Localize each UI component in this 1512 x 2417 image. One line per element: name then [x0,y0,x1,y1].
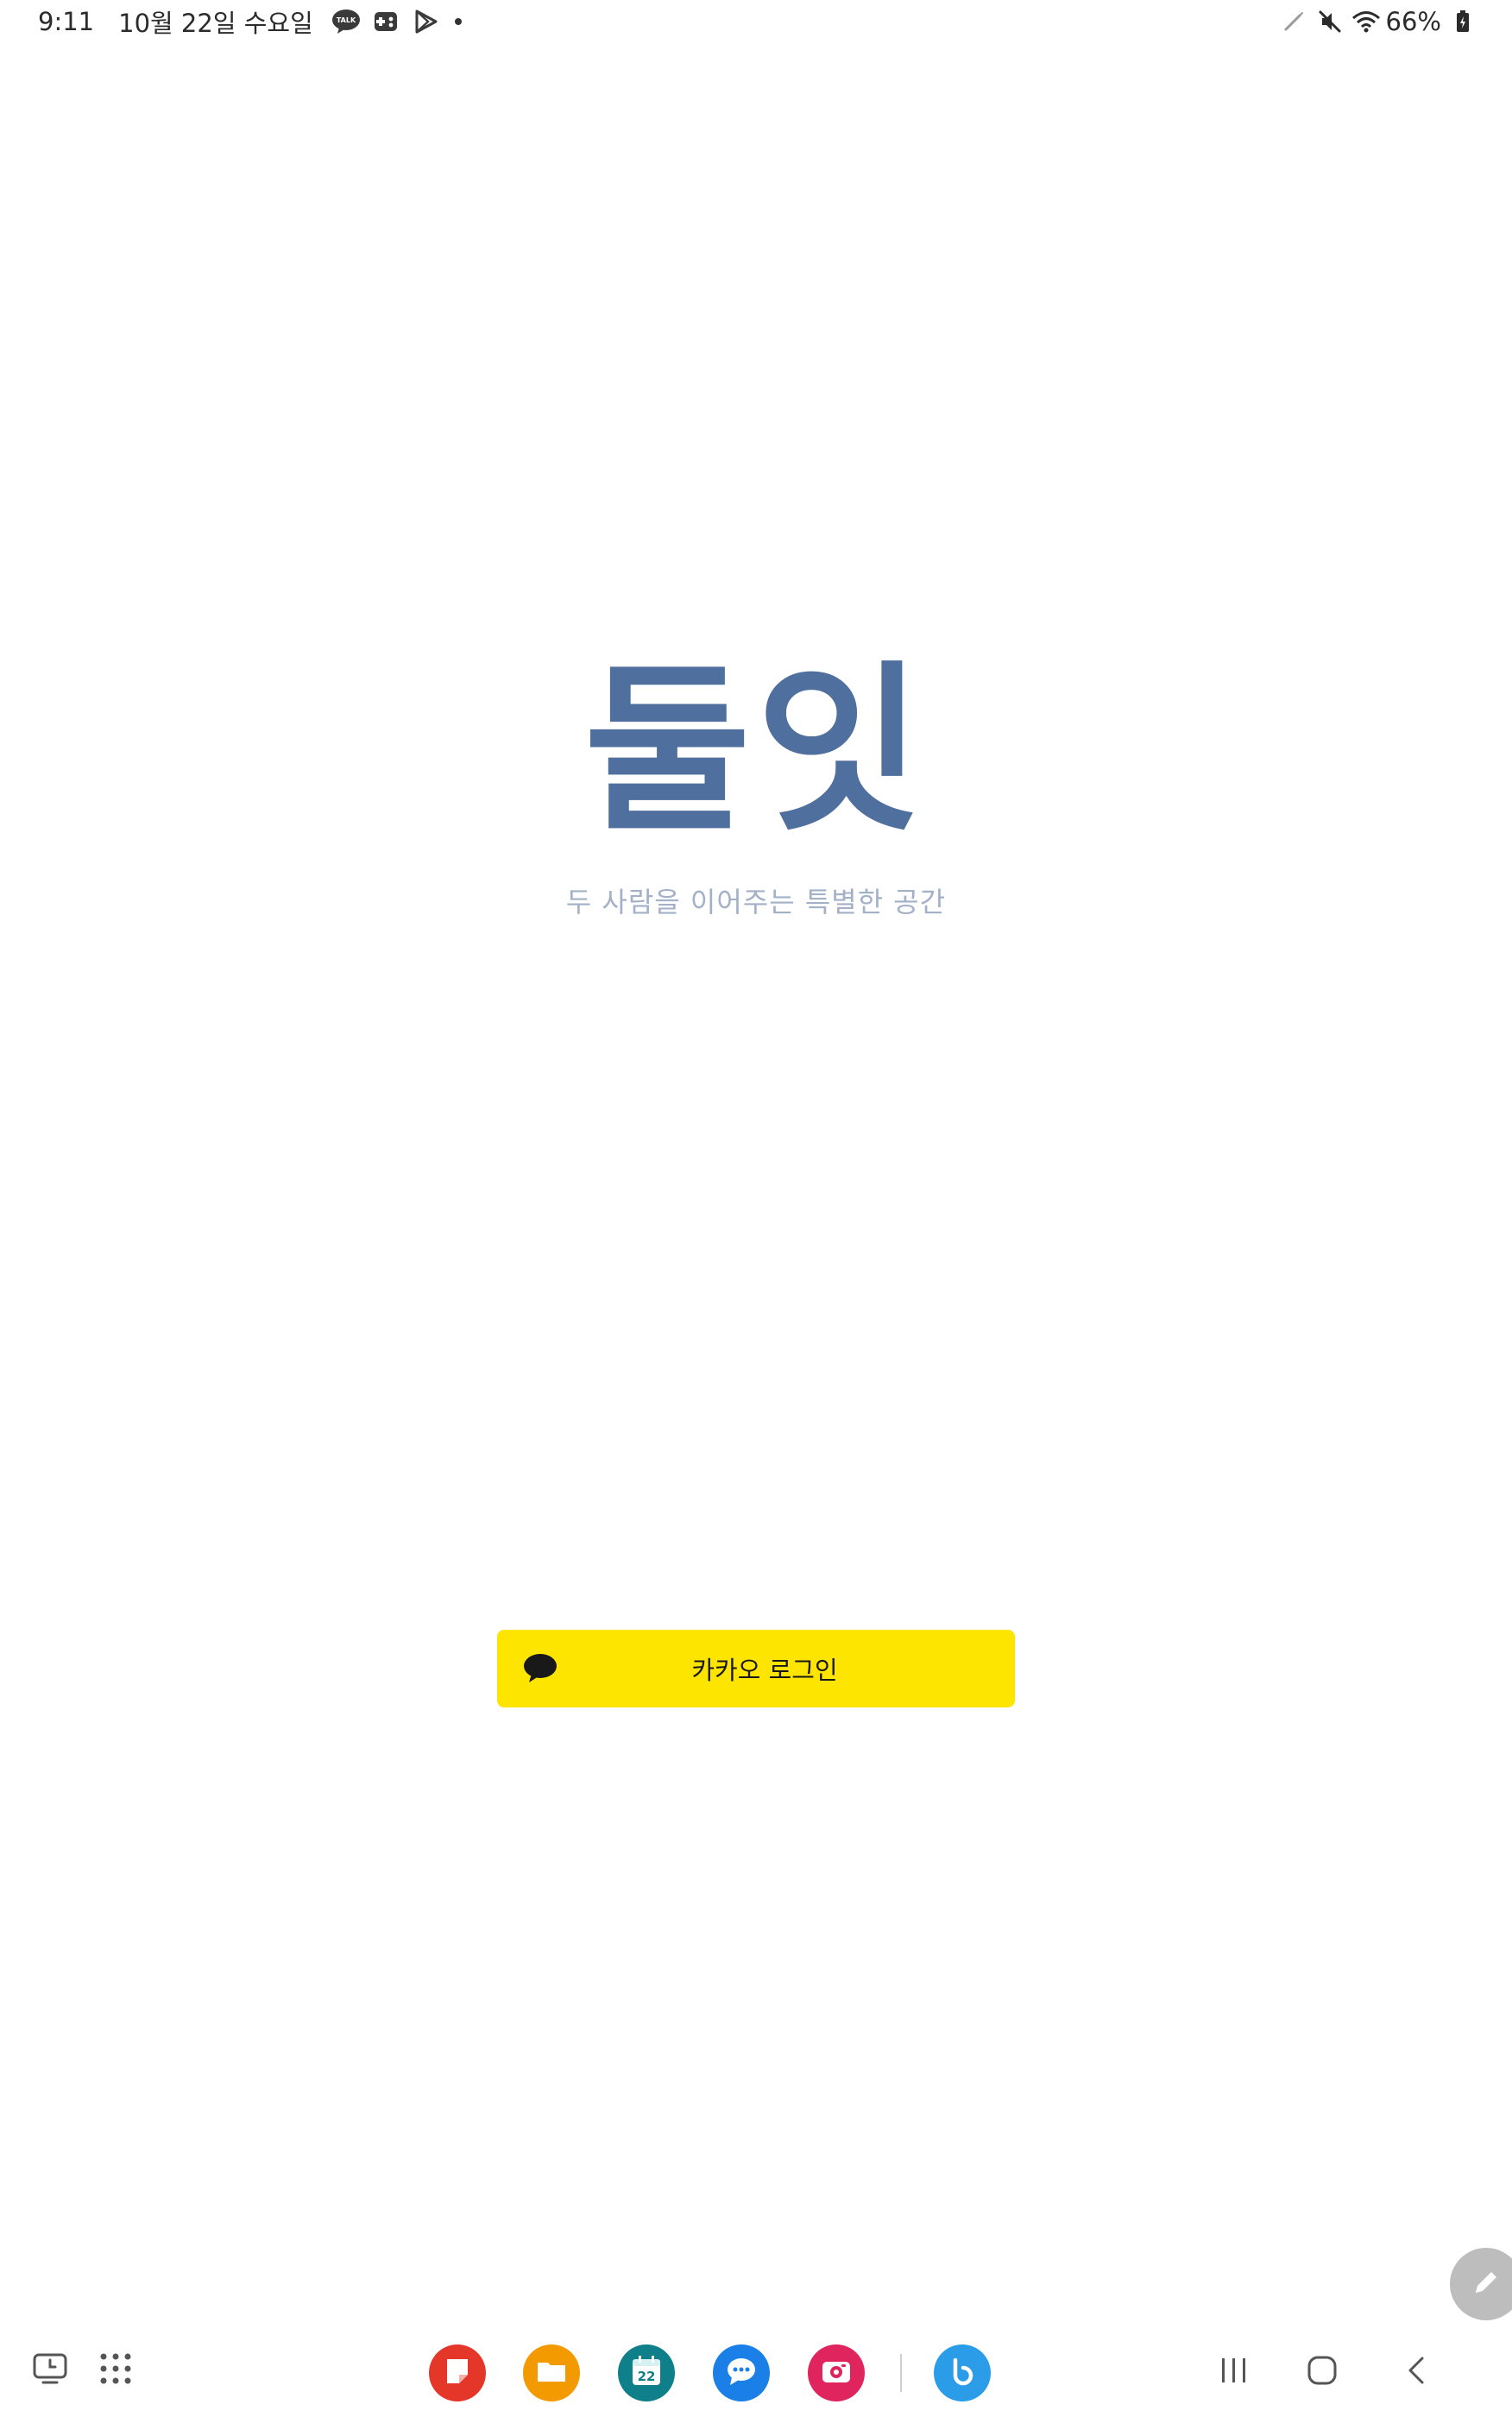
game-icon [370,6,401,37]
dock-app-calendar[interactable]: 22 [618,2344,675,2401]
status-left: 9:11 10월 22일 수요일 TALK [38,5,462,38]
dock-divider [900,2354,902,2392]
recents-icon [1217,2355,1251,2389]
app-title: 둘잇 [583,645,929,856]
pen-icon [1469,2265,1503,2303]
play-store-icon [410,6,441,37]
kakaotalk-icon: TALK [331,6,362,37]
home-icon [1305,2353,1339,2391]
recent-apps-history-button[interactable] [29,2350,71,2391]
status-bar: 9:11 10월 22일 수요일 TALK 66% [0,0,1512,43]
battery-icon [1448,7,1477,36]
wifi-icon [1351,7,1381,36]
camera-record-icon [818,2353,854,2393]
back-button[interactable] [1395,2350,1440,2395]
back-icon [1402,2353,1433,2391]
dock-app-bixby[interactable] [934,2344,991,2401]
more-notifications-dot [454,18,462,25]
kakao-chat-bubble-icon [523,1653,558,1684]
app-drawer-icon [98,2351,133,2389]
mute-icon [1315,7,1345,36]
home-button[interactable] [1300,2350,1345,2395]
samsung-notes-icon [440,2354,475,2392]
dock-app-screen-recorder[interactable] [808,2344,865,2401]
calendar-icon: 22 [628,2353,665,2393]
status-date: 10월 22일 수요일 [118,9,313,38]
svg-text:22: 22 [638,2369,656,2384]
kakao-login-label: 카카오 로그인 [691,1656,838,1685]
stylus-floating-button[interactable] [1450,2248,1512,2320]
recent-apps-history-icon [31,2350,69,2391]
battery-percent: 66% [1385,7,1441,36]
dock-app-my-files[interactable] [523,2344,580,2401]
bixby-icon [944,2353,980,2393]
folder-icon [534,2354,569,2392]
svg-text:TALK: TALK [337,16,356,24]
dock-app-messages[interactable] [713,2344,770,2401]
dock-app-samsung-notes[interactable] [429,2344,486,2401]
recents-button[interactable] [1212,2350,1257,2395]
status-right: 66% [1272,5,1477,38]
messages-icon [723,2353,759,2393]
stylus-icon [1279,7,1308,36]
kakao-login-button[interactable]: 카카오 로그인 [497,1630,1015,1707]
app-subtitle: 두 사람을 이어주는 특별한 공간 [565,886,947,918]
app-drawer-button[interactable] [95,2350,136,2391]
status-time: 9:11 [38,7,95,36]
